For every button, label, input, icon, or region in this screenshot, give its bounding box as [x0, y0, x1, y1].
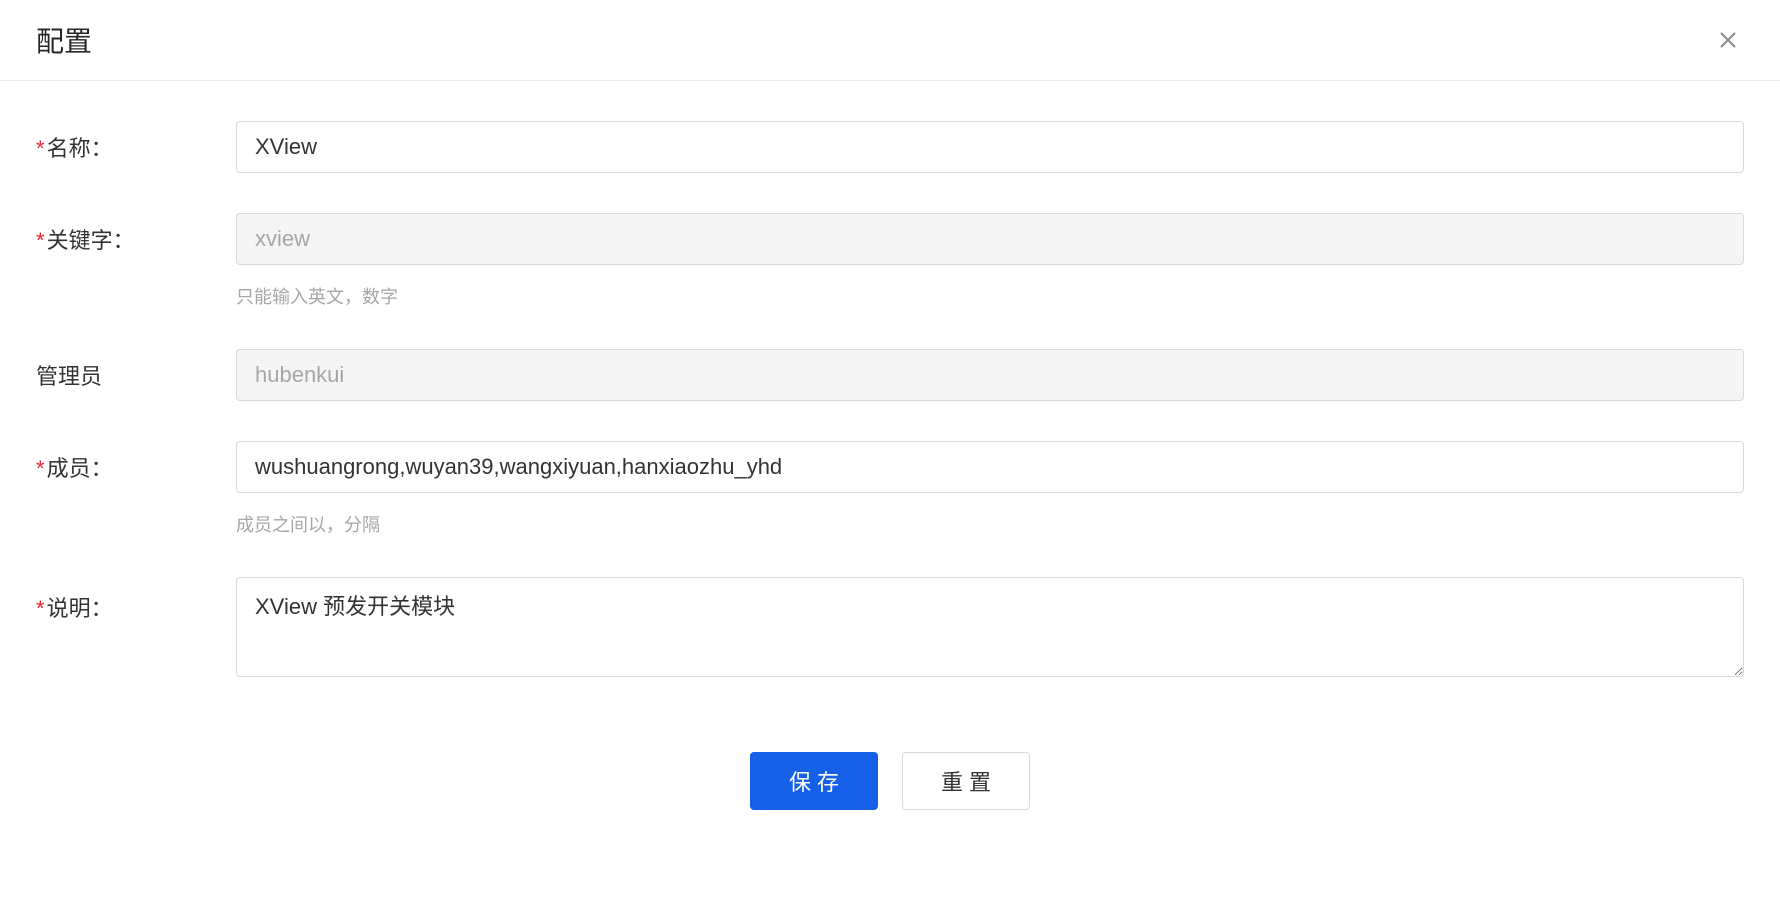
keyword-input: [236, 213, 1744, 265]
modal-title: 配置: [36, 20, 92, 60]
name-label: *名称：: [36, 121, 236, 163]
admin-input: [236, 349, 1744, 401]
admin-label: 管理员: [36, 349, 236, 391]
members-input[interactable]: [236, 441, 1744, 493]
required-mark: *: [36, 596, 45, 621]
keyword-label: *关键字：: [36, 213, 236, 255]
description-textarea[interactable]: [236, 577, 1744, 677]
required-mark: *: [36, 228, 45, 253]
members-label: *成员：: [36, 441, 236, 483]
modal-body: *名称： *关键字： 只能输入英文，数字 管理员: [0, 81, 1780, 752]
form-row-description: *说明：: [36, 577, 1744, 682]
name-input[interactable]: [236, 121, 1744, 173]
save-button[interactable]: 保存: [750, 752, 878, 810]
members-hint: 成员之间以，分隔: [236, 511, 380, 537]
keyword-hint: 只能输入英文，数字: [236, 283, 398, 309]
config-modal: 配置 *名称： *关键字：: [0, 0, 1780, 840]
form-row-members: *成员：: [36, 441, 1744, 493]
close-icon[interactable]: [1712, 24, 1744, 56]
modal-footer: 保存 重置: [0, 752, 1780, 840]
required-mark: *: [36, 136, 45, 161]
form-row-keyword: *关键字：: [36, 213, 1744, 265]
form-row-admin: 管理员: [36, 349, 1744, 401]
description-label: *说明：: [36, 577, 236, 623]
form-row-name: *名称：: [36, 121, 1744, 173]
modal-header: 配置: [0, 0, 1780, 81]
required-mark: *: [36, 456, 45, 481]
reset-button[interactable]: 重置: [902, 752, 1030, 810]
